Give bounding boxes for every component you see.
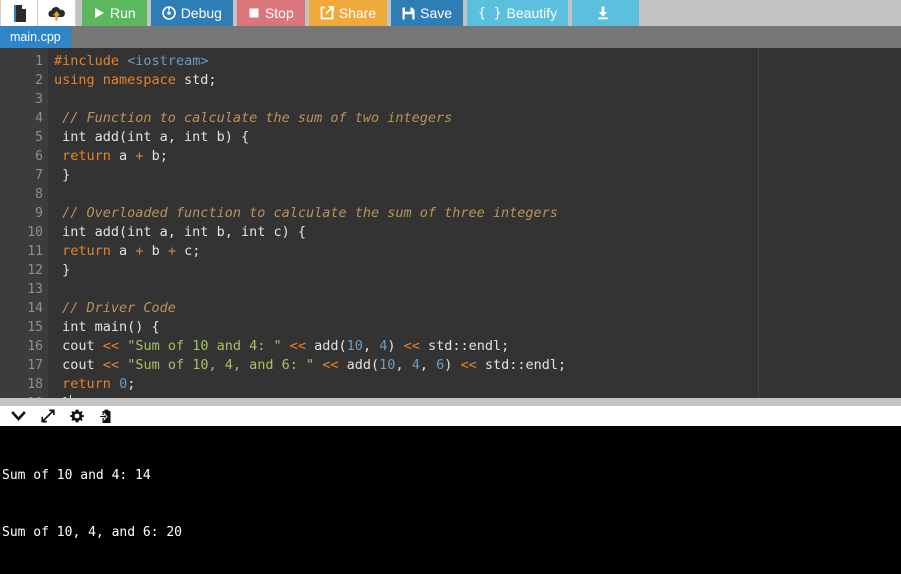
line-number: 8 [35, 187, 43, 202]
console-toolbar [0, 406, 901, 427]
line-number: 17 [27, 358, 43, 373]
console-settings-button[interactable] [62, 406, 91, 426]
console-output-line: Sum of 10, 4, and 6: 20 [2, 525, 183, 541]
tok-comment: // Function to calculate the sum of two … [62, 110, 453, 126]
debug-icon [161, 6, 176, 20]
line-number: 16 [27, 339, 43, 354]
console-paste-run-button[interactable] [91, 406, 120, 426]
line-number: 11 [27, 244, 43, 259]
line-number: 6 [35, 149, 43, 164]
share-icon [320, 6, 334, 20]
code-line-1: #include <iostream> [48, 52, 901, 71]
tok-string: "Sum of 10, 4, and 6: " [127, 357, 315, 373]
share-button-label: Share [338, 5, 377, 21]
line-number: 7 [35, 168, 43, 183]
code-line-14: // Driver Code [48, 299, 901, 318]
tok-string: "Sum of 10 and 4: " [127, 338, 282, 354]
code-line-19: } [48, 394, 901, 399]
line-number: 14 [27, 301, 43, 316]
tab-label: main.cpp [10, 30, 61, 44]
tok-comment: // Driver Code [62, 300, 176, 316]
code-line-4: // Function to calculate the sum of two … [48, 109, 901, 128]
upload-button[interactable] [38, 0, 76, 26]
console-output: Sum of 10 and 4: 14 Sum of 10, 4, and 6:… [0, 426, 901, 574]
collapse-console-button[interactable] [4, 406, 33, 426]
line-number: 2 [35, 73, 43, 88]
share-button[interactable]: Share [308, 0, 388, 26]
code-line-5: int add(int a, int b) { [62, 129, 250, 145]
braces-icon: { } [478, 5, 502, 21]
run-button[interactable]: Run [82, 0, 147, 26]
code-line-17: cout << "Sum of 10, 4, and 6: " << add(1… [62, 357, 567, 373]
stop-button[interactable]: Stop [236, 0, 305, 26]
code-line-7: } [62, 167, 71, 183]
toolbar-empty-space [639, 0, 901, 26]
line-number: 18 [27, 377, 43, 392]
gear-icon [69, 409, 84, 423]
code-line-16: cout << "Sum of 10 and 4: " << add(10, 4… [62, 338, 510, 354]
chevron-down-icon [11, 411, 26, 422]
line-number: 1 [35, 54, 43, 69]
ide-window: Run Debug Stop Share Save {} Beautify m… [0, 0, 901, 574]
tok-header-name: <iostream> [127, 53, 209, 69]
debug-button-label: Debug [180, 5, 222, 21]
code-line-6: return a + b; [62, 148, 168, 164]
play-icon [95, 8, 104, 18]
code-text-area[interactable]: #include <iostream> using namespace std;… [48, 48, 901, 399]
tok-comment: // Overloaded function to calculate the … [62, 205, 558, 221]
tab-bar-empty-space [71, 26, 901, 48]
line-number: 15▾ [0, 318, 53, 337]
stop-button-label: Stop [264, 5, 294, 21]
tab-main-cpp[interactable]: main.cpp [0, 26, 71, 48]
line-number: 5▾ [0, 128, 53, 147]
save-button[interactable]: Save [391, 0, 464, 26]
line-number-gutter: 1 2 3 4 5▾ 6 7 8 9 10▾ 11 12 13 14 15▾ 1… [0, 48, 53, 399]
code-line-11: return a + b + c; [62, 243, 201, 259]
code-line-18: return 0; [62, 376, 136, 392]
paste-run-icon [98, 409, 110, 423]
code-line-10: int add(int a, int b, int c) { [62, 224, 306, 240]
line-number: 9 [35, 206, 43, 221]
download-icon [598, 6, 608, 20]
file-tab-bar: main.cpp [0, 26, 901, 48]
document-icon [13, 4, 26, 22]
save-button-label: Save [420, 5, 453, 21]
beautify-button-label: Beautify [506, 5, 558, 21]
run-button-label: Run [110, 5, 136, 21]
line-number: 13 [27, 282, 43, 297]
expand-console-button[interactable] [33, 406, 62, 426]
code-line-2: using namespace std; [54, 72, 217, 88]
line-number: 10▾ [0, 223, 53, 242]
console-output-line: Sum of 10 and 4: 14 [2, 468, 151, 484]
main-toolbar: Run Debug Stop Share Save {} Beautify [0, 0, 901, 26]
expand-arrows-icon [40, 409, 55, 423]
line-number: 4 [35, 111, 43, 126]
code-line-12: } [62, 262, 71, 278]
line-number: 19 [0, 394, 48, 398]
text-cursor [70, 395, 72, 399]
code-line-9: // Overloaded function to calculate the … [48, 204, 901, 223]
code-line-15: int main() { [62, 319, 160, 335]
stop-icon [249, 8, 259, 18]
line-number: 12 [27, 263, 43, 278]
tok-include-directive: #include [54, 53, 120, 69]
cloud-upload-icon [48, 7, 65, 21]
debug-button[interactable]: Debug [150, 0, 233, 26]
line-number: 3 [35, 92, 43, 107]
floppy-icon [402, 7, 415, 19]
beautify-button[interactable]: { } Beautify [467, 0, 569, 26]
console-resize-handle[interactable] [0, 398, 901, 407]
download-button[interactable] [572, 0, 640, 26]
code-editor[interactable]: 1 2 3 4 5▾ 6 7 8 9 10▾ 11 12 13 14 15▾ 1… [0, 48, 901, 399]
new-file-button[interactable] [0, 0, 38, 26]
